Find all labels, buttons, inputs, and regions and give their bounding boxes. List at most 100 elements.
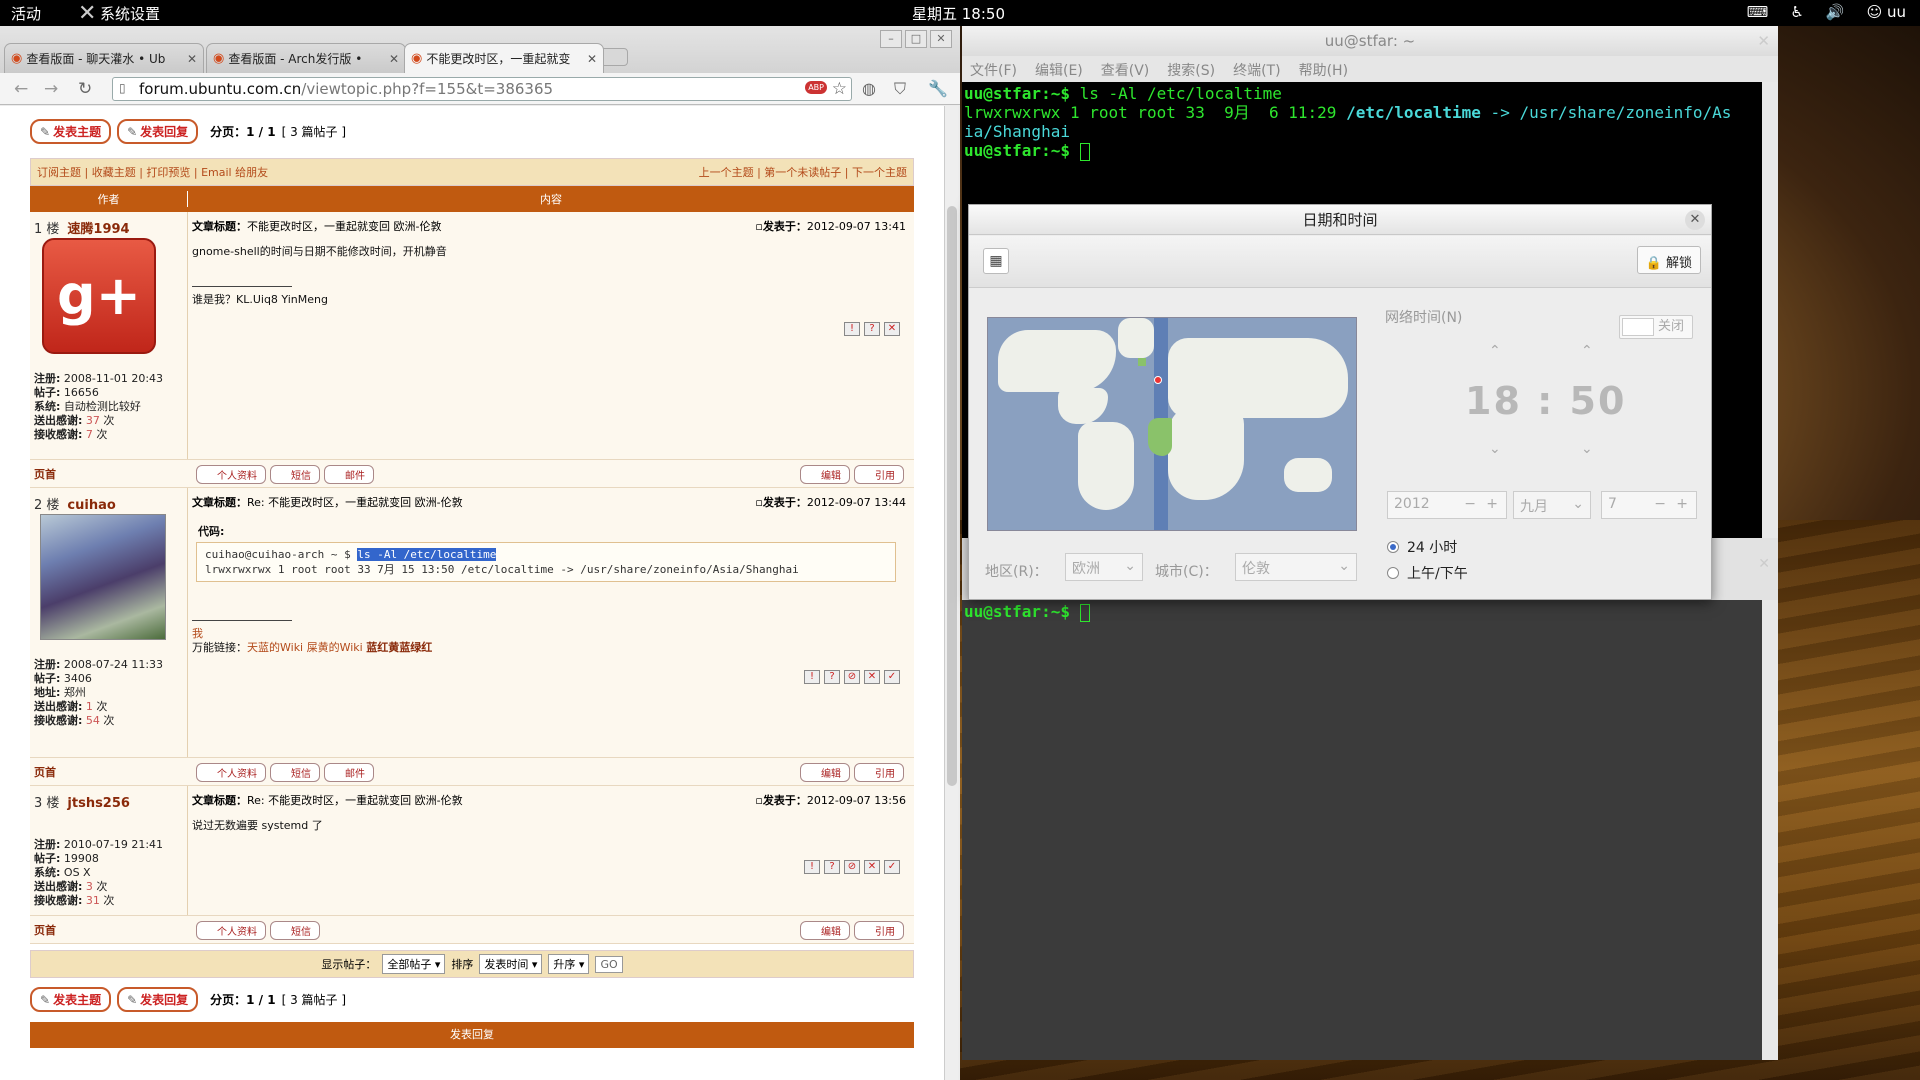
- profile-button[interactable]: 个人资料: [196, 763, 266, 782]
- reload-icon[interactable]: ↻: [78, 79, 92, 99]
- profile-button[interactable]: 个人资料: [196, 465, 266, 484]
- tab-close-icon[interactable]: ✕: [389, 52, 399, 66]
- reply-button[interactable]: ✎ 发表回复: [117, 986, 199, 1012]
- stat-given[interactable]: 1: [86, 700, 93, 713]
- post-username[interactable]: jtshs256: [67, 796, 130, 811]
- url-bar[interactable]: ▯ forum.ubuntu.com.cn/viewtopic.php?f=15…: [112, 77, 852, 101]
- app-menu[interactable]: ✕ 系统设置: [78, 2, 160, 24]
- post-username[interactable]: cuihao: [67, 498, 115, 513]
- terminal-scrollbar[interactable]: [1762, 82, 1778, 538]
- topic-links-right[interactable]: 上一个主题 | 第一个未读帖子 | 下一个主题: [699, 164, 907, 180]
- edit-button[interactable]: 编辑: [800, 465, 850, 484]
- activities-button[interactable]: 活动: [11, 3, 41, 24]
- adblock-icon[interactable]: ABP: [805, 81, 827, 94]
- info-icon[interactable]: ?: [864, 322, 880, 336]
- day-spinner[interactable]: 7 − +: [1601, 491, 1697, 519]
- format-12h-radio[interactable]: 上午/下午: [1387, 563, 1468, 583]
- pm-button[interactable]: 短信: [270, 763, 320, 782]
- second-terminal-scrollbar[interactable]: [1762, 600, 1778, 1060]
- sort-select[interactable]: 发表时间 ▾: [479, 954, 543, 974]
- close-icon[interactable]: ✕: [1757, 26, 1770, 56]
- minus-icon[interactable]: −: [1464, 496, 1476, 512]
- tab-chat-forum[interactable]: ◉ 查看版面 - 聊天灌水 • Ub ✕: [4, 43, 204, 73]
- minute-down-icon[interactable]: ⌄: [1581, 441, 1593, 457]
- menu-terminal[interactable]: 终端(T): [1233, 60, 1280, 79]
- second-terminal-screen[interactable]: uu@stfar:~$: [962, 600, 1778, 1060]
- format-24h-radio[interactable]: 24 小时: [1387, 537, 1457, 557]
- minimize-icon[interactable]: –: [880, 30, 902, 48]
- hour-up-icon[interactable]: ⌃: [1489, 343, 1501, 359]
- stat-recv[interactable]: 31: [86, 894, 100, 907]
- topic-links-left[interactable]: 订阅主题 | 收藏主题 | 打印预览 | Email 给朋友: [37, 164, 268, 180]
- shield-extension-icon[interactable]: ⛉: [894, 79, 906, 99]
- back-to-top-link[interactable]: 页首: [34, 466, 56, 482]
- display-select[interactable]: 全部帖子 ▾: [382, 954, 446, 974]
- volume-icon[interactable]: 🔊: [1826, 3, 1845, 21]
- pm-button[interactable]: 短信: [270, 921, 320, 940]
- report-icon[interactable]: !: [804, 860, 820, 874]
- info-icon[interactable]: ?: [824, 860, 840, 874]
- report-icon[interactable]: !: [804, 670, 820, 684]
- quote-button[interactable]: 引用: [854, 921, 904, 940]
- unlock-button[interactable]: 🔒 解锁: [1636, 246, 1701, 274]
- report-icon[interactable]: !: [844, 322, 860, 336]
- user-menu[interactable]: ☺ uu: [1867, 3, 1906, 21]
- info-icon[interactable]: ?: [824, 670, 840, 684]
- menu-search[interactable]: 搜索(S): [1167, 60, 1215, 79]
- ban-icon[interactable]: ⊘: [844, 670, 860, 684]
- menu-view[interactable]: 查看(V): [1101, 60, 1150, 79]
- close-icon[interactable]: ✕: [930, 30, 952, 48]
- tab-arch-forum[interactable]: ◉ 查看版面 - Arch发行版 • ✕: [206, 43, 406, 73]
- reply-button[interactable]: ✎ 发表回复: [117, 118, 199, 144]
- stat-recv[interactable]: 54: [86, 714, 100, 727]
- menu-file[interactable]: 文件(F): [970, 60, 1017, 79]
- tab-close-icon[interactable]: ✕: [587, 52, 597, 66]
- scrollbar-thumb[interactable]: [947, 206, 957, 786]
- edit-button[interactable]: 编辑: [800, 921, 850, 940]
- new-topic-button[interactable]: ✎ 发表主题: [30, 118, 112, 144]
- quote-button[interactable]: 引用: [854, 763, 904, 782]
- quote-button[interactable]: 引用: [854, 465, 904, 484]
- page-scrollbar[interactable]: [944, 106, 958, 1080]
- ban-icon[interactable]: ⊘: [844, 860, 860, 874]
- hour-down-icon[interactable]: ⌄: [1489, 441, 1501, 457]
- network-time-switch[interactable]: 关闭: [1619, 315, 1693, 339]
- new-tab-button[interactable]: [600, 48, 628, 66]
- edit-button[interactable]: 编辑: [800, 763, 850, 782]
- clock[interactable]: 星期五 18:50: [912, 3, 1005, 24]
- order-select[interactable]: 升序 ▾: [548, 954, 590, 974]
- thanks-icon[interactable]: ✓: [884, 860, 900, 874]
- email-button[interactable]: 邮件: [324, 763, 374, 782]
- timezone-map[interactable]: [987, 317, 1357, 531]
- sig-bold-link[interactable]: 蓝红黄蓝绿红: [366, 641, 432, 654]
- post-username[interactable]: 速腾1994: [67, 222, 129, 237]
- plus-icon[interactable]: +: [1486, 496, 1498, 512]
- region-combo[interactable]: 欧洲 ⌄: [1065, 553, 1143, 581]
- stat-given[interactable]: 3: [86, 880, 93, 893]
- globe-extension-icon[interactable]: ◍: [862, 79, 876, 98]
- new-topic-button[interactable]: ✎ 发表主题: [30, 986, 112, 1012]
- delete-icon[interactable]: ✕: [864, 860, 880, 874]
- code-block[interactable]: cuihao@cuihao-arch ~ $ ls -Al /etc/local…: [196, 542, 896, 582]
- go-button[interactable]: GO: [595, 955, 623, 973]
- wrench-icon[interactable]: 🔧: [928, 79, 948, 98]
- email-button[interactable]: 邮件: [324, 465, 374, 484]
- delete-icon[interactable]: ✕: [864, 670, 880, 684]
- thanks-icon[interactable]: ✓: [884, 670, 900, 684]
- tab-active-topic[interactable]: ◉ 不能更改时区，一重起就变 ✕: [404, 43, 604, 73]
- maximize-icon[interactable]: □: [905, 30, 927, 48]
- bookmark-star-icon[interactable]: ☆: [832, 79, 847, 99]
- back-to-top-link[interactable]: 页首: [34, 764, 56, 780]
- close-icon[interactable]: ✕: [1758, 556, 1770, 572]
- menu-help[interactable]: 帮助(H): [1299, 60, 1348, 79]
- menu-edit[interactable]: 编辑(E): [1035, 60, 1083, 79]
- minute-value[interactable]: 50: [1570, 379, 1627, 423]
- hour-value[interactable]: 18: [1465, 379, 1522, 423]
- back-icon[interactable]: ←: [14, 79, 28, 99]
- plus-icon[interactable]: +: [1676, 496, 1688, 512]
- city-combo[interactable]: 伦敦 ⌄: [1235, 553, 1357, 581]
- minus-icon[interactable]: −: [1654, 496, 1666, 512]
- pm-button[interactable]: 短信: [270, 465, 320, 484]
- delete-icon[interactable]: ✕: [884, 322, 900, 336]
- accessibility-icon[interactable]: ♿: [1790, 3, 1803, 21]
